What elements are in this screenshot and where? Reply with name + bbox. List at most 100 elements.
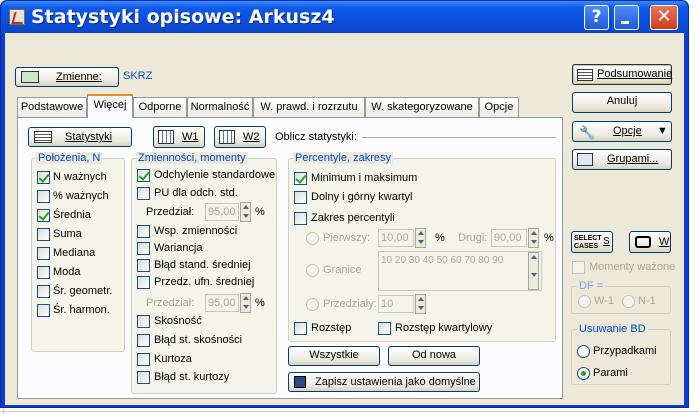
df-n1-radio[interactable] [622, 295, 635, 308]
granice-textarea[interactable]: 10 20 30 40 50 60 70 80 90 [378, 251, 542, 291]
percent-sign: % [255, 297, 265, 309]
przedzial2-spinner[interactable] [240, 293, 251, 313]
polozenia-label: N ważnych [53, 171, 107, 183]
tab-w-prawd[interactable]: W. prawd. i rozrzutu [253, 97, 365, 117]
statystyki-button[interactable]: Statystyki [28, 127, 132, 147]
wszystkie-button[interactable]: Wszystkie [288, 346, 380, 366]
table-icon [158, 130, 174, 144]
polozenia-checkbox[interactable] [37, 190, 50, 203]
variables-value: SKRZ [123, 70, 153, 82]
polozenia-label: Moda [53, 266, 81, 278]
sheet-gridline [0, 411, 699, 412]
polozenia-checkbox[interactable] [37, 266, 50, 279]
polozenia-checkbox[interactable] [37, 304, 50, 317]
polozenia-label: Średnia [53, 209, 91, 221]
przedzialy-spinner[interactable] [415, 294, 426, 314]
przedzial-spinner[interactable] [240, 202, 251, 222]
rozstep-kw-checkbox[interactable] [378, 322, 391, 335]
percentyle-title: Percentyle, zakresy [293, 152, 393, 164]
przedz-ufn-label: Przedz. ufn. średniej [154, 276, 255, 288]
od-nowa-button[interactable]: Od nowa [388, 346, 480, 366]
s-label: S [603, 236, 610, 247]
granice-radio[interactable] [306, 264, 319, 277]
blad-skosnosci-label: Błąd st. skośności [154, 334, 243, 346]
tab-normalnosc[interactable]: Normalność [187, 97, 253, 117]
checkbox[interactable] [137, 242, 150, 255]
checkbox[interactable] [137, 315, 150, 328]
drugi-input[interactable]: 90,00 [491, 229, 527, 247]
percent-sign: % [435, 232, 445, 244]
przypadkami-radio[interactable] [577, 345, 590, 358]
zapisz-domyslne-button[interactable]: Zapisz ustawienia jako domyślne [288, 372, 480, 392]
odch-std-checkbox[interactable] [137, 169, 150, 182]
checkbox[interactable] [137, 259, 150, 272]
weight-icon [635, 236, 651, 248]
polozenia-checkbox[interactable] [37, 228, 50, 241]
df-n1-label: N-1 [638, 295, 656, 307]
help-button[interactable]: ? [584, 5, 609, 30]
polozenia-checkbox[interactable] [37, 247, 50, 260]
anuluj-button[interactable]: Anuluj [572, 92, 672, 113]
df-title: DF = [577, 280, 606, 292]
przypadkami-label: Przypadkami [593, 345, 657, 357]
przedzialy-input[interactable]: 10 [378, 295, 414, 313]
w2-button[interactable]: W2 [214, 126, 266, 148]
grupami-button[interactable]: Grupami... [572, 149, 672, 170]
rozstep-checkbox[interactable] [294, 322, 307, 335]
zakres-checkbox[interactable] [294, 212, 307, 225]
przedzial-input[interactable]: 95,00 [205, 203, 239, 221]
podsumowanie-button[interactable]: Podsumowanie [572, 64, 672, 85]
polozenia-label: Śr. geometr. [53, 285, 113, 297]
weight-button[interactable]: W [629, 231, 671, 253]
drugi-spinner[interactable] [528, 228, 539, 248]
polozenia-checkbox[interactable] [37, 209, 50, 222]
title-bar[interactable]: Statystyki opisowe: Arkusz4 ? ✕ [1, 1, 688, 33]
tab-panel-wiecej: Statystyki W1 W2 Oblicz statystyki: Poło… [17, 117, 563, 399]
w1-button[interactable]: W1 [153, 126, 205, 148]
checkbox[interactable] [137, 276, 150, 289]
checkbox[interactable] [137, 353, 150, 366]
variables-button[interactable]: Zmienne: [15, 67, 119, 87]
kwartyl-checkbox[interactable] [294, 191, 307, 204]
pu-checkbox[interactable] [137, 187, 150, 200]
opcje-button[interactable]: 🔧 Opcje ▼ [572, 121, 672, 142]
table-icon [219, 130, 235, 144]
przedzial-label: Przedział: [146, 206, 195, 218]
tab-podstawowe[interactable]: Podstawowe [17, 97, 87, 117]
rozstep-kw-label: Rozstęp kwartylowy [395, 322, 493, 334]
close-button[interactable]: ✕ [650, 5, 678, 30]
tab-w-skategoryzowane[interactable]: W. skategoryzowane [365, 97, 479, 117]
tab-odporne[interactable]: Odporne [133, 97, 187, 117]
parami-radio[interactable] [577, 367, 590, 380]
checkbox[interactable] [137, 371, 150, 384]
select-label: SELECT [574, 235, 602, 242]
polozenia-checkbox[interactable] [37, 171, 50, 184]
pierwszy-input[interactable]: 10,00 [378, 229, 414, 247]
minimize-button[interactable] [614, 5, 639, 30]
pierwszy-radio[interactable] [306, 232, 319, 245]
granice-scrollbar[interactable] [528, 252, 539, 290]
select-cases-button[interactable]: SELECT CASES S [571, 231, 613, 253]
pierwszy-label: Pierwszy: [323, 232, 371, 244]
zmiennosci-title: Zmienności, momenty [136, 152, 248, 164]
polozenia-checkbox[interactable] [37, 285, 50, 298]
window-title: Statystyki opisowe: Arkusz4 [31, 6, 335, 28]
group-icon [577, 153, 593, 166]
przedzial2-input[interactable]: 95,00 [205, 294, 239, 312]
minmax-checkbox[interactable] [294, 172, 307, 185]
rozstep-label: Rozstęp [311, 322, 352, 334]
momenty-checkbox[interactable] [572, 261, 585, 274]
df-w1-radio[interactable] [578, 295, 591, 308]
pierwszy-spinner[interactable] [415, 228, 426, 248]
cases-label: CASES [574, 243, 599, 250]
tab-opcje[interactable]: Opcje [479, 97, 519, 117]
checkbox[interactable] [137, 225, 150, 238]
wsp-zmiennosci-label: Wsp. zmienności [154, 225, 238, 237]
percentyle-group: Percentyle, zakresy [288, 152, 556, 342]
przedzial2-label: Przedział: [146, 297, 195, 309]
pu-label: PU dla odch. std. [154, 187, 238, 199]
dialog-client: Zmienne: SKRZ Podstawowe Więcej Odporne … [5, 33, 684, 405]
tab-wiecej[interactable]: Więcej [87, 94, 133, 118]
przedzialy-radio[interactable] [306, 298, 319, 311]
checkbox[interactable] [137, 334, 150, 347]
